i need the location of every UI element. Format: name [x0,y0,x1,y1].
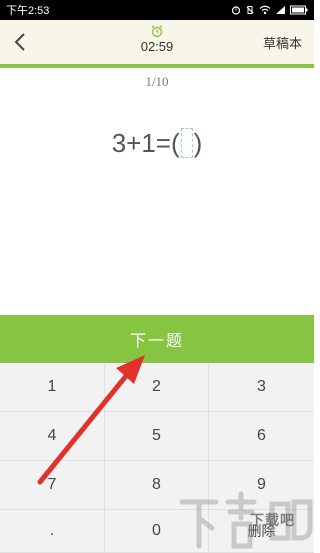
question-progress: 1/10 [145,74,169,89]
status-time: 下午2:53 [6,5,50,17]
vibrate-icon [246,6,254,14]
signal-icon [276,6,285,14]
key-4[interactable]: 4 [0,412,105,461]
battery-icon [290,5,308,15]
header: 02:59 草稿本 [0,20,314,64]
key-2[interactable]: 2 [105,363,209,412]
draft-button[interactable]: 草稿本 [263,33,314,52]
key-6[interactable]: 6 [209,412,314,461]
header-divider [0,64,314,68]
status-bar: 下午2:53 [0,0,314,20]
key-0[interactable]: 0 [105,510,209,553]
alarm-clock-icon [151,25,163,38]
wifi-icon [259,5,271,15]
back-button[interactable] [0,20,40,64]
key-9[interactable]: 9 [209,461,314,510]
next-question-button[interactable]: 下一题 [0,315,314,363]
key-8[interactable]: 8 [105,461,209,510]
key-decimal[interactable]: . [0,510,105,553]
key-1[interactable]: 1 [0,363,105,412]
question: 3+1=( ) [0,126,314,160]
key-3[interactable]: 3 [209,363,314,412]
status-icons [231,5,308,15]
question-close-paren: ) [193,127,203,158]
delete-key[interactable]: 删除 [209,510,314,553]
question-text: 3+1=( [111,127,180,158]
key-5[interactable]: 5 [105,412,209,461]
key-7[interactable]: 7 [0,461,105,510]
alarm-status-icon [231,6,241,15]
answer-input[interactable] [180,128,193,158]
number-keypad: 1 2 3 4 5 6 7 8 9 . 0 删除 [0,363,314,553]
chevron-left-icon [14,33,25,51]
